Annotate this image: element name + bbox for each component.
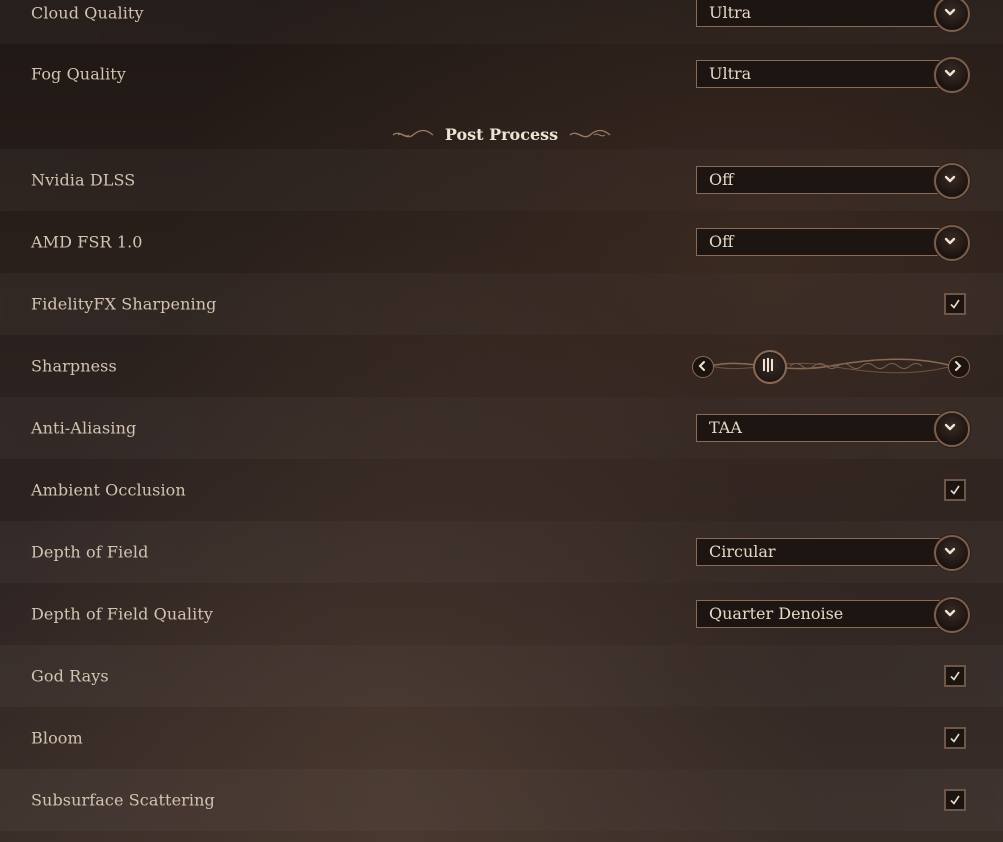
section-title: Post Process <box>444 125 559 144</box>
dropdown-value: Circular <box>709 542 776 561</box>
flourish-left-icon <box>392 129 434 137</box>
amd-fsr-dropdown[interactable]: Off <box>696 225 970 261</box>
setting-row-anti-aliasing: Anti-Aliasing TAA <box>0 397 1003 459</box>
fidelityfx-sharpening-checkbox[interactable] <box>944 293 966 315</box>
setting-row-cloud-quality: Cloud Quality Ultra <box>0 0 1003 44</box>
chevron-down-icon[interactable] <box>934 57 970 93</box>
setting-label: Ambient Occlusion <box>31 480 186 500</box>
setting-row-depth-of-field-quality: Depth of Field Quality Quarter Denoise <box>0 583 1003 645</box>
chevron-down-icon[interactable] <box>934 225 970 261</box>
dropdown-value: Ultra <box>709 64 752 83</box>
depth-of-field-dropdown[interactable]: Circular <box>696 535 970 571</box>
setting-label: Fog Quality <box>31 64 126 84</box>
dropdown-value: Ultra <box>709 3 752 22</box>
setting-label: Nvidia DLSS <box>31 170 136 190</box>
checkmark-icon <box>950 671 960 681</box>
chevron-down-icon[interactable] <box>934 411 970 447</box>
checkmark-icon <box>950 733 960 743</box>
slider-right-arrow-icon[interactable] <box>948 356 970 378</box>
setting-row-ambient-occlusion: Ambient Occlusion <box>0 459 1003 521</box>
setting-label: Sharpness <box>31 356 117 376</box>
checkmark-icon <box>950 299 960 309</box>
setting-row-fog-quality: Fog Quality Ultra <box>0 43 1003 105</box>
setting-label: Bloom <box>31 728 83 748</box>
setting-label: Depth of Field <box>31 542 149 562</box>
setting-row-sharpness: Sharpness <box>0 335 1003 397</box>
depth-of-field-quality-dropdown[interactable]: Quarter Denoise <box>696 597 970 633</box>
chevron-down-icon[interactable] <box>934 535 970 571</box>
section-header-post-process: Post Process <box>0 124 1003 150</box>
setting-row-bloom: Bloom <box>0 707 1003 769</box>
setting-label: FidelityFX Sharpening <box>31 294 217 314</box>
setting-label: Subsurface Scattering <box>31 790 215 810</box>
setting-row-nvidia-dlss: Nvidia DLSS Off <box>0 149 1003 211</box>
anti-aliasing-dropdown[interactable]: TAA <box>696 411 970 447</box>
bloom-checkbox[interactable] <box>944 727 966 749</box>
checkmark-icon <box>950 485 960 495</box>
slider-thumb[interactable] <box>753 350 787 384</box>
setting-label: Cloud Quality <box>31 3 144 23</box>
god-rays-checkbox[interactable] <box>944 665 966 687</box>
chevron-down-icon[interactable] <box>934 0 970 32</box>
fog-quality-dropdown[interactable]: Ultra <box>696 57 970 93</box>
chevron-down-icon[interactable] <box>934 597 970 633</box>
chevron-down-icon[interactable] <box>934 163 970 199</box>
cloud-quality-dropdown[interactable]: Ultra <box>696 0 970 32</box>
setting-row-depth-of-field: Depth of Field Circular <box>0 521 1003 583</box>
nvidia-dlss-dropdown[interactable]: Off <box>696 163 970 199</box>
setting-label: Anti-Aliasing <box>31 418 137 438</box>
dropdown-value: TAA <box>709 418 742 437</box>
dropdown-value: Off <box>709 170 734 189</box>
dropdown-value: Off <box>709 232 734 251</box>
setting-label: AMD FSR 1.0 <box>31 232 143 252</box>
dropdown-value: Quarter Denoise <box>709 604 844 623</box>
slider-left-arrow-icon[interactable] <box>692 356 714 378</box>
setting-row-fidelityfx-sharpening: FidelityFX Sharpening <box>0 273 1003 335</box>
checkmark-icon <box>950 795 960 805</box>
setting-row-god-rays: God Rays <box>0 645 1003 707</box>
subsurface-scattering-checkbox[interactable] <box>944 789 966 811</box>
flourish-right-icon <box>569 129 611 137</box>
setting-row-amd-fsr: AMD FSR 1.0 Off <box>0 211 1003 273</box>
sharpness-slider[interactable] <box>690 349 972 384</box>
setting-row-subsurface-scattering: Subsurface Scattering <box>0 769 1003 831</box>
setting-label: Depth of Field Quality <box>31 604 213 624</box>
ambient-occlusion-checkbox[interactable] <box>944 479 966 501</box>
setting-label: God Rays <box>31 666 109 686</box>
